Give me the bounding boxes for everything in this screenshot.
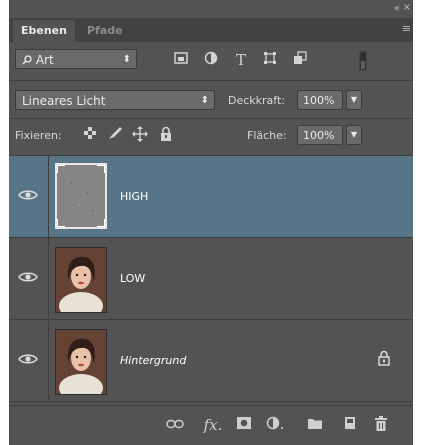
layer-name: HIGH	[120, 190, 149, 203]
new-layer-icon[interactable]	[341, 416, 359, 434]
layer-row-hintergrund[interactable]: Hintergrund	[9, 320, 413, 402]
divider	[9, 118, 413, 119]
filter-kind-select[interactable]: Art ⬍	[15, 49, 137, 69]
opacity-label: Deckkraft:	[228, 94, 285, 107]
lock-transparent-pixels-icon[interactable]	[81, 126, 99, 144]
filter-toggle-icon[interactable]	[354, 51, 372, 71]
mask-icon[interactable]	[235, 416, 253, 434]
double-chevron-icon[interactable]: «	[394, 3, 401, 14]
layers-toolbar: fx.	[9, 405, 413, 445]
tab-ebenen[interactable]: Ebenen	[13, 20, 75, 42]
layer-row-low[interactable]: LOW	[9, 238, 413, 320]
layer-name: LOW	[120, 272, 146, 285]
image-filter-icon[interactable]	[172, 51, 190, 69]
layer-thumbnail[interactable]	[55, 329, 107, 402]
group-folder-icon[interactable]	[306, 416, 324, 434]
panel-menu-icon[interactable]: ≡	[402, 22, 411, 35]
fill-field[interactable]: 100%	[297, 125, 343, 145]
lock-label: Fixieren:	[15, 129, 62, 142]
layer-row-high[interactable]: HIGH	[9, 156, 413, 238]
type-filter-icon[interactable]: T	[232, 51, 250, 69]
layer-name: Hintergrund	[120, 354, 187, 367]
opacity-dropdown[interactable]: ▼	[346, 90, 362, 110]
layer-thumbnail[interactable]	[55, 247, 107, 320]
lock-position-icon[interactable]	[131, 126, 149, 144]
fx-label: fx	[203, 416, 218, 434]
tab-pfade[interactable]: Pfade	[79, 20, 131, 42]
lock-image-pixels-icon[interactable]	[106, 126, 124, 144]
visibility-divider	[48, 238, 49, 320]
chevron-updown-icon: ⬍	[200, 95, 209, 106]
fx-icon[interactable]: fx.	[200, 416, 226, 434]
search-icon	[22, 55, 32, 65]
lock-icon	[378, 350, 390, 366]
eye-icon[interactable]	[18, 352, 38, 366]
fill-label: Fläche:	[247, 129, 287, 142]
tab-bar: Ebenen Pfade ≡	[9, 18, 413, 42]
eye-icon[interactable]	[18, 188, 38, 202]
blend-mode-value: Lineares Licht	[22, 94, 106, 108]
opacity-field[interactable]: 100%	[297, 90, 343, 110]
shape-filter-icon[interactable]	[261, 51, 279, 69]
visibility-divider	[48, 156, 49, 238]
chevron-updown-icon: ⬍	[122, 54, 131, 65]
layer-thumbnail[interactable]	[55, 163, 107, 229]
divider	[9, 80, 413, 81]
lock-all-icon[interactable]	[157, 126, 175, 144]
close-icon[interactable]: ×	[403, 2, 411, 13]
eye-icon[interactable]	[18, 270, 38, 284]
layers-panel: « × Ebenen Pfade ≡ Art ⬍ T Lineares Lich…	[9, 0, 413, 445]
adjustment-icon[interactable]	[266, 416, 288, 434]
visibility-divider	[48, 320, 49, 402]
blend-mode-select[interactable]: Lineares Licht ⬍	[15, 90, 215, 110]
fill-dropdown[interactable]: ▼	[346, 125, 362, 145]
panel-header: « ×	[9, 0, 413, 18]
filter-kind-label: Art	[35, 53, 54, 67]
smart-object-filter-icon[interactable]	[291, 51, 309, 69]
adjustment-filter-icon[interactable]	[202, 51, 220, 69]
trash-icon[interactable]	[372, 416, 390, 434]
link-icon[interactable]	[166, 416, 184, 434]
